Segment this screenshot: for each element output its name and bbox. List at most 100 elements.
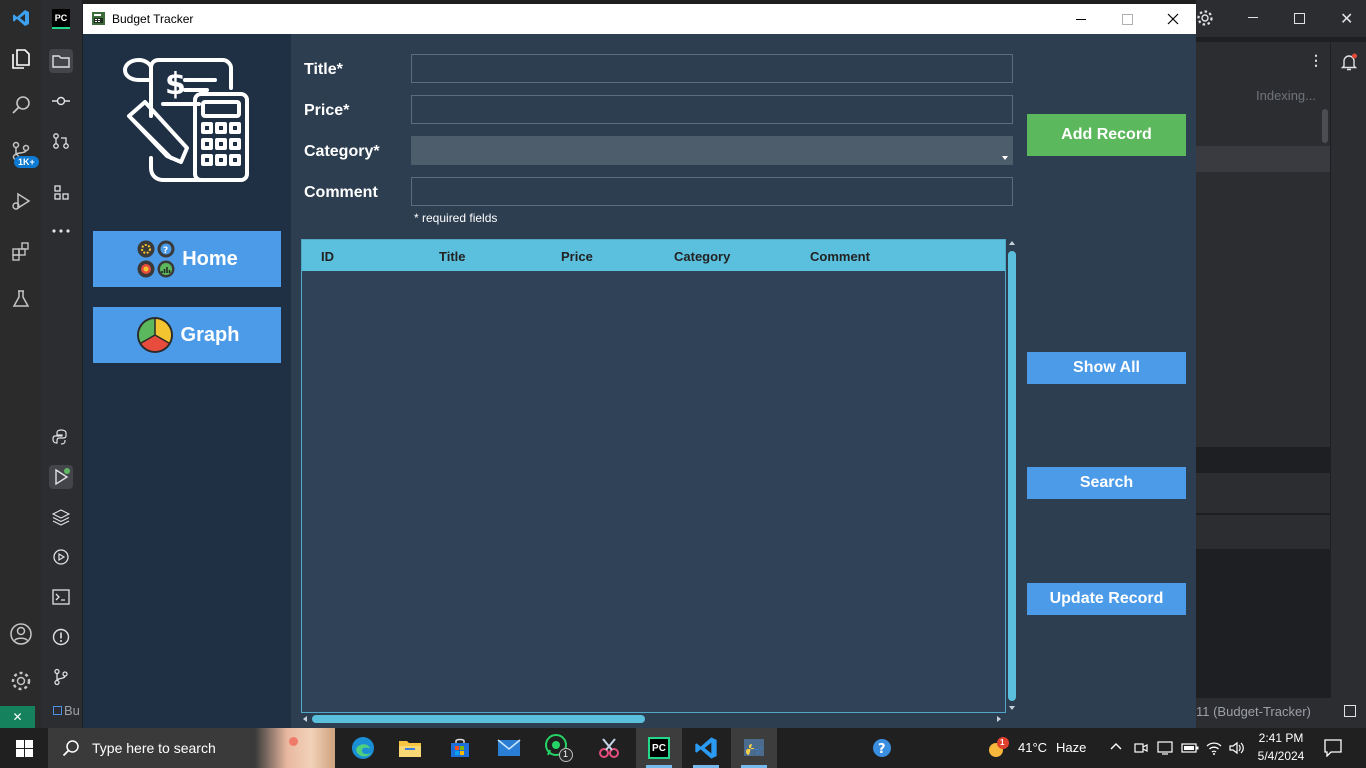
scroll-down-icon[interactable] (1009, 706, 1015, 710)
more-tools-icon[interactable] (49, 219, 73, 243)
search-icon[interactable] (8, 92, 34, 118)
snipping-tool-icon[interactable] (586, 728, 632, 768)
windows-start-icon[interactable] (0, 728, 48, 768)
run-debug-icon[interactable] (8, 188, 34, 214)
remote-indicator-icon[interactable]: ✕ (0, 706, 35, 728)
scroll-left-icon[interactable] (303, 716, 307, 722)
tray-chevron-up-icon[interactable] (1110, 742, 1122, 750)
show-all-button[interactable]: Show All (1027, 352, 1186, 384)
project-folder-icon[interactable] (49, 49, 73, 73)
nav-graph-button[interactable]: Graph (93, 307, 281, 363)
records-table[interactable]: ID Title Price Category Comment (301, 239, 1006, 713)
commit-icon[interactable] (49, 89, 73, 113)
column-header-price[interactable]: Price (561, 249, 593, 264)
nav-graph-label: Graph (180, 323, 240, 346)
sidebar: $ ? Home Graph (83, 34, 291, 728)
extensions-icon[interactable] (8, 238, 34, 264)
horizontal-scrollbar[interactable] (301, 713, 1006, 725)
minimize-icon (1076, 18, 1086, 20)
maximize-button[interactable] (1104, 4, 1150, 34)
whatsapp-icon[interactable]: 1 (536, 728, 582, 768)
chevron-down-icon[interactable] (1002, 156, 1008, 160)
pycharm-taskbar-icon[interactable]: PC (636, 728, 682, 768)
volume-icon[interactable] (1228, 740, 1244, 756)
vertical-scrollbar[interactable] (1006, 239, 1018, 713)
lock-icon[interactable] (1344, 705, 1356, 717)
notification-center-icon[interactable] (1324, 739, 1342, 757)
ide-close-icon[interactable]: ✕ (1340, 9, 1353, 29)
ide-minimize-icon[interactable] (1248, 17, 1258, 18)
column-header-category[interactable]: Category (674, 249, 730, 264)
ide-more-options-icon[interactable]: ⋮ (1309, 52, 1323, 69)
pycharm-tool-strip: PC Bu (41, 0, 83, 728)
nav-home-label: Home (182, 247, 238, 270)
python-console-icon[interactable] (49, 425, 73, 449)
notifications-bell-icon[interactable] (1339, 52, 1359, 72)
column-header-id[interactable]: ID (321, 249, 334, 264)
minimize-button[interactable] (1058, 4, 1104, 34)
microsoft-store-icon[interactable] (437, 728, 483, 768)
scroll-right-icon[interactable] (997, 716, 1001, 722)
meet-now-icon[interactable] (1134, 741, 1148, 755)
nav-home-button[interactable]: ? Home (93, 231, 281, 287)
ide-selected-row (1196, 146, 1330, 172)
category-select[interactable] (411, 136, 1013, 165)
comment-input[interactable] (411, 177, 1013, 206)
weather-temperature[interactable]: 41°C (1018, 740, 1047, 755)
pie-chart-icon (136, 317, 173, 353)
search-highlight-image (255, 728, 335, 768)
column-header-comment[interactable]: Comment (810, 249, 870, 264)
close-button[interactable] (1150, 4, 1196, 34)
python-app-taskbar-icon[interactable] (731, 728, 777, 768)
horizontal-scroll-thumb[interactable] (312, 715, 645, 723)
price-input[interactable] (411, 95, 1013, 124)
services-icon[interactable] (49, 545, 73, 569)
vscode-taskbar-icon[interactable] (683, 728, 729, 768)
clock-time[interactable]: 2:41 PM (1250, 731, 1312, 745)
weather-icon[interactable]: 1 (986, 736, 1010, 760)
edge-icon[interactable] (340, 728, 386, 768)
ide-scrollbar[interactable] (1322, 109, 1328, 143)
terminal-icon[interactable] (49, 585, 73, 609)
version-control-icon[interactable] (49, 665, 73, 689)
weather-condition[interactable]: Haze (1056, 740, 1086, 755)
file-explorer-icon[interactable] (387, 728, 433, 768)
vscode-activity-bar: 1K+ (0, 0, 41, 728)
main-content: Title* Price* Category* Comment * requir… (291, 34, 1196, 728)
testing-flask-icon[interactable] (8, 286, 34, 312)
settings-gear-icon[interactable] (8, 668, 34, 694)
column-header-title[interactable]: Title (439, 249, 466, 264)
explorer-icon[interactable] (8, 46, 34, 72)
update-record-button[interactable]: Update Record (1027, 583, 1186, 615)
category-label: Category* (304, 143, 380, 160)
taskbar-search[interactable]: Type here to search (48, 728, 335, 768)
mail-icon[interactable] (486, 728, 532, 768)
problems-icon[interactable] (49, 625, 73, 649)
add-record-button[interactable]: Add Record (1027, 114, 1186, 156)
clock-date[interactable]: 5/4/2024 (1250, 749, 1312, 763)
required-fields-note: * required fields (414, 211, 498, 225)
title-input[interactable] (411, 54, 1013, 83)
battery-icon[interactable] (1181, 743, 1199, 753)
python-packages-icon[interactable] (49, 505, 73, 529)
help-icon[interactable]: ? (860, 728, 906, 768)
search-button[interactable]: Search (1027, 467, 1186, 499)
app-icon (91, 11, 106, 26)
run-icon[interactable] (49, 465, 73, 489)
ide-maximize-icon[interactable] (1294, 13, 1305, 24)
ide-settings-icon[interactable] (1196, 9, 1214, 27)
pull-requests-icon[interactable] (49, 129, 73, 153)
display-icon[interactable] (1157, 741, 1173, 755)
maximize-icon (1121, 13, 1133, 25)
window-title: Budget Tracker (112, 12, 194, 26)
svg-text:$: $ (165, 67, 186, 102)
pycharm-logo-icon[interactable]: PC (52, 9, 70, 29)
interpreter-status[interactable]: 11 (Budget-Tracker) (1196, 704, 1311, 719)
wifi-icon[interactable] (1206, 741, 1222, 755)
vertical-scroll-thumb[interactable] (1008, 251, 1016, 701)
background-ide: ✕ ⋮ Indexing... 11 (Budget-Tracker) (1196, 0, 1366, 728)
structure-icon[interactable] (49, 180, 73, 204)
vscode-logo-icon[interactable] (8, 5, 34, 31)
scroll-up-icon[interactable] (1009, 241, 1015, 245)
account-icon[interactable] (8, 621, 34, 647)
